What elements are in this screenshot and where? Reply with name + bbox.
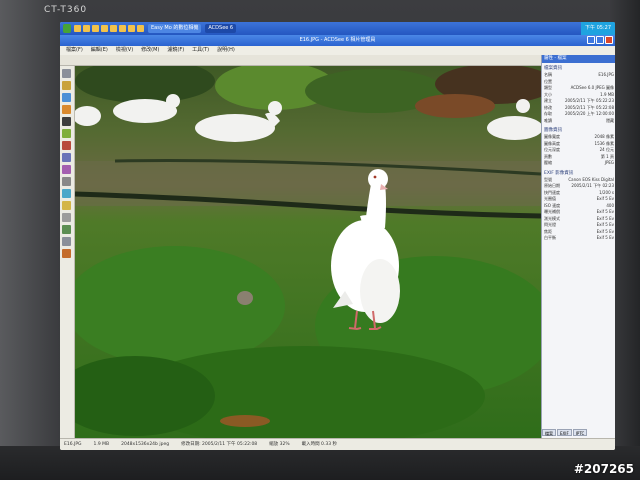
window-title: E16.JPG - ACDSee 6 相片管理員 [299, 37, 376, 43]
menu-item-tools[interactable]: 工具(T) [192, 46, 209, 55]
effects-tool-icon[interactable] [62, 213, 71, 222]
side-toolbar [60, 66, 75, 438]
properties-tabs: 檔案 EXIF IPTC [542, 429, 615, 436]
crop-tool-icon[interactable] [62, 105, 71, 114]
status-filesize: 1.9 MB [93, 442, 110, 447]
system-tray-clock[interactable]: 下午 05:27 [581, 22, 615, 35]
tab-file[interactable]: 檔案 [542, 429, 556, 436]
color-tool-icon[interactable] [62, 129, 71, 138]
minimize-button[interactable] [587, 36, 595, 44]
save-tool-icon[interactable] [62, 225, 71, 234]
quick-launch-icon[interactable] [83, 25, 90, 32]
sharpen-tool-icon[interactable] [62, 189, 71, 198]
menu-item-help[interactable]: 說明(H) [217, 46, 235, 55]
quick-launch-icon[interactable] [128, 25, 135, 32]
file-info-section-title: 檔案資訊 [544, 66, 562, 71]
dove-photo [75, 66, 541, 438]
window-titlebar[interactable]: E16.JPG - ACDSee 6 相片管理員 [60, 35, 615, 46]
properties-panel: 屬性 - 檔案 檔案資訊 名稱 E16.JPG 位置 類型 ACDSee 6.0 J… [541, 55, 615, 438]
menu-bar: 檔案(F) 編輯(E) 檢視(V) 修改(M) 濾鏡(F) 工具(T) 說明(H… [60, 46, 615, 55]
tab-iptc[interactable]: IPTC [572, 429, 588, 436]
quick-launch-icon[interactable] [92, 25, 99, 32]
redeye-tool-icon[interactable] [62, 117, 71, 126]
properties-panel-header: 屬性 - 檔案 [542, 55, 615, 63]
exposure-tool-icon[interactable] [62, 141, 71, 150]
start-button[interactable] [63, 24, 71, 33]
status-bar: E16.JPG 1.9 MB 2048x1536x24b jpeg 修改日期: … [60, 438, 615, 450]
print-tool-icon[interactable] [62, 237, 71, 246]
status-modified: 修改日期: 2005/2/11 下午 05:22:08 [181, 442, 258, 447]
menu-item-filter[interactable]: 濾鏡(F) [167, 46, 184, 55]
close-button[interactable] [605, 36, 613, 44]
exif-section-title: EXIF 影像資訊 [544, 170, 574, 176]
photo-view[interactable] [75, 66, 541, 438]
menu-item-file[interactable]: 檔案(F) [66, 46, 83, 55]
menu-item-view[interactable]: 檢視(V) [116, 46, 133, 55]
tab-exif[interactable]: EXIF [557, 429, 572, 436]
screen: Easy Mo 的數位相機 ACDSee 6 下午 05:27 E16.JPG … [60, 22, 615, 450]
quick-launch [74, 25, 144, 32]
property-row: 白平衡 Exif 5 Ev [544, 235, 614, 240]
zoom-tool-icon[interactable] [62, 93, 71, 102]
status-load-time: 載入時間 0.33 秒 [301, 442, 337, 447]
rotate-tool-icon[interactable] [62, 165, 71, 174]
hand-tool-icon[interactable] [62, 81, 71, 90]
taskbar-task[interactable]: ACDSee 6 [205, 24, 237, 33]
text-tool-icon[interactable] [62, 201, 71, 210]
brush-tool-icon[interactable] [62, 249, 71, 258]
quick-launch-icon[interactable] [101, 25, 108, 32]
quick-launch-icon[interactable] [74, 25, 81, 32]
status-filename: E16.JPG [64, 442, 82, 447]
image-info-section-title: 圖像資訊 [544, 128, 562, 133]
quick-launch-icon[interactable] [137, 25, 144, 32]
monitor-model-label: CT-T360 [44, 5, 88, 15]
status-zoom: 縮放 32% [269, 442, 290, 447]
quick-launch-icon[interactable] [110, 25, 117, 32]
status-dimensions: 2048x1536x24b jpeg [121, 442, 170, 447]
quick-launch-icon[interactable] [119, 25, 126, 32]
arrow-tool-icon[interactable] [62, 69, 71, 78]
flip-tool-icon[interactable] [62, 177, 71, 186]
maximize-button[interactable] [596, 36, 604, 44]
watermark-id: #207265 [573, 462, 634, 476]
taskbar: Easy Mo 的數位相機 ACDSee 6 下午 05:27 [60, 22, 615, 35]
toolbar [60, 55, 615, 66]
resize-tool-icon[interactable] [62, 153, 71, 162]
monitor-bezel-left [0, 0, 60, 480]
monitor-bezel-bottom [0, 446, 640, 480]
menu-item-edit[interactable]: 編輯(E) [91, 46, 108, 55]
menu-item-modify[interactable]: 修改(M) [141, 46, 159, 55]
taskbar-task[interactable]: Easy Mo 的數位相機 [148, 24, 202, 33]
